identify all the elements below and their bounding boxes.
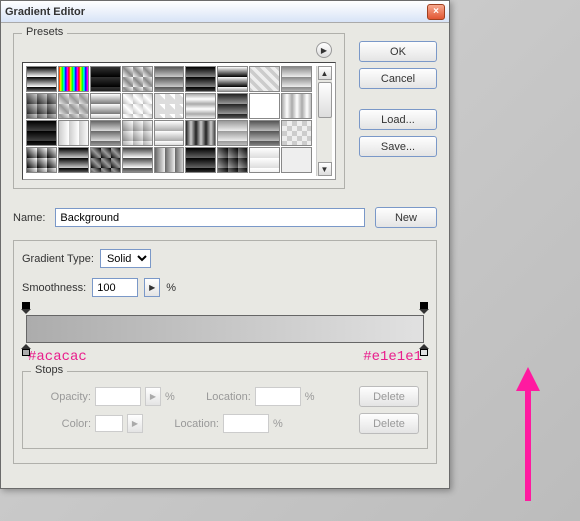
- smoothness-input[interactable]: [92, 278, 138, 297]
- cancel-button[interactable]: Cancel: [359, 68, 437, 89]
- opacity-unit: %: [165, 391, 175, 403]
- preset-swatch[interactable]: [185, 66, 216, 92]
- preset-swatch[interactable]: [154, 120, 185, 146]
- presets-scrollbar[interactable]: ▲ ▼: [316, 66, 332, 176]
- preset-swatch[interactable]: [281, 147, 312, 173]
- preset-swatch[interactable]: [217, 147, 248, 173]
- preset-swatch[interactable]: [58, 93, 89, 119]
- preset-swatch[interactable]: [249, 120, 280, 146]
- preset-swatch[interactable]: [217, 66, 248, 92]
- preset-swatch[interactable]: [249, 66, 280, 92]
- location-label-2: Location:: [159, 418, 219, 430]
- opacity-stop-right[interactable]: [419, 302, 429, 314]
- save-button[interactable]: Save...: [359, 136, 437, 157]
- preset-swatch[interactable]: [26, 93, 57, 119]
- opacity-label: Opacity:: [31, 391, 91, 403]
- stops-fieldset: Stops Opacity: ▶ % Location: % Delete Co…: [22, 371, 428, 449]
- preset-swatch[interactable]: [90, 147, 121, 173]
- preset-swatch[interactable]: [58, 147, 89, 173]
- gradient-type-label: Gradient Type:: [22, 253, 94, 265]
- color-location-input: [223, 414, 269, 433]
- smoothness-spinner[interactable]: ▶: [144, 278, 160, 297]
- preset-swatch[interactable]: [281, 93, 312, 119]
- preset-swatch[interactable]: [185, 147, 216, 173]
- scroll-up-icon[interactable]: ▲: [318, 66, 332, 80]
- preset-swatch[interactable]: [217, 120, 248, 146]
- preset-swatch[interactable]: [281, 120, 312, 146]
- preset-swatch[interactable]: [26, 147, 57, 173]
- preset-swatch[interactable]: [58, 66, 89, 92]
- color-label: Color:: [31, 418, 91, 430]
- preset-swatch[interactable]: [90, 93, 121, 119]
- preset-swatch[interactable]: [281, 66, 312, 92]
- color-swatch: [95, 415, 123, 432]
- gradient-type-select[interactable]: Solid: [100, 249, 151, 268]
- opacity-input: [95, 387, 141, 406]
- stops-legend: Stops: [31, 364, 67, 376]
- name-label: Name:: [13, 212, 45, 224]
- titlebar[interactable]: Gradient Editor ×: [1, 1, 449, 23]
- gradient-editor-dialog: Gradient Editor × Presets ▶ ▲ ▼: [0, 0, 450, 489]
- presets-fieldset: Presets ▶ ▲ ▼: [13, 33, 345, 189]
- annotation-arrow-icon: [516, 367, 540, 501]
- preset-swatch[interactable]: [122, 66, 153, 92]
- preset-swatch[interactable]: [26, 120, 57, 146]
- preset-swatch[interactable]: [26, 66, 57, 92]
- color-stop-right[interactable]: [419, 344, 429, 356]
- location-unit-1: %: [305, 391, 315, 403]
- new-button[interactable]: New: [375, 207, 437, 228]
- window-title: Gradient Editor: [5, 6, 85, 18]
- opacity-stop-left[interactable]: [21, 302, 31, 314]
- scroll-down-icon[interactable]: ▼: [318, 162, 332, 176]
- smoothness-label: Smoothness:: [22, 282, 86, 294]
- preset-swatch[interactable]: [154, 66, 185, 92]
- color-spinner: ▶: [127, 414, 143, 433]
- gradient-preview[interactable]: [26, 315, 424, 343]
- preset-swatch[interactable]: [154, 93, 185, 119]
- preset-swatch[interactable]: [90, 66, 121, 92]
- preset-swatch[interactable]: [122, 147, 153, 173]
- preset-swatch[interactable]: [249, 147, 280, 173]
- close-button[interactable]: ×: [427, 4, 445, 20]
- load-button[interactable]: Load...: [359, 109, 437, 130]
- smoothness-unit: %: [166, 282, 176, 294]
- preset-swatch[interactable]: [249, 93, 280, 119]
- right-color-label: #e1e1e1: [363, 349, 422, 365]
- delete-color-button: Delete: [359, 413, 419, 434]
- presets-legend: Presets: [22, 26, 67, 38]
- location-unit-2: %: [273, 418, 283, 430]
- delete-opacity-button: Delete: [359, 386, 419, 407]
- presets-grid: [26, 66, 312, 176]
- color-stop-left[interactable]: [21, 344, 31, 356]
- gradient-fieldset: Gradient Type: Solid Smoothness: ▶ % #ac…: [13, 240, 437, 464]
- name-input[interactable]: [55, 208, 365, 227]
- preset-swatch[interactable]: [217, 93, 248, 119]
- preset-swatch[interactable]: [185, 120, 216, 146]
- preset-swatch[interactable]: [122, 93, 153, 119]
- scroll-thumb[interactable]: [318, 82, 332, 118]
- opacity-location-input: [255, 387, 301, 406]
- preset-swatch[interactable]: [154, 147, 185, 173]
- preset-swatch[interactable]: [185, 93, 216, 119]
- preset-swatch[interactable]: [90, 120, 121, 146]
- location-label-1: Location:: [191, 391, 251, 403]
- ok-button[interactable]: OK: [359, 41, 437, 62]
- opacity-spinner: ▶: [145, 387, 161, 406]
- preset-swatch[interactable]: [122, 120, 153, 146]
- presets-menu-icon[interactable]: ▶: [316, 42, 332, 58]
- preset-swatch[interactable]: [58, 120, 89, 146]
- left-color-label: #acacac: [28, 349, 87, 365]
